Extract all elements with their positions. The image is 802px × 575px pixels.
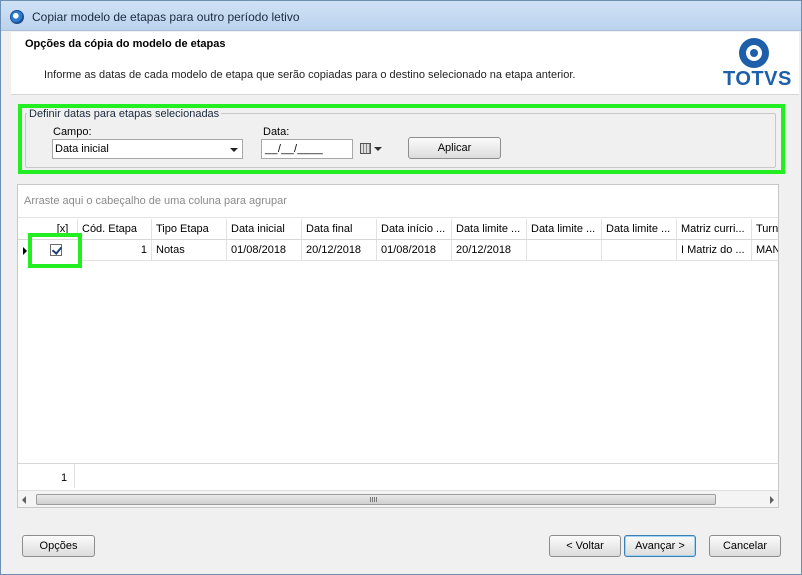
chevron-down-icon — [230, 148, 238, 152]
scroll-right-icon[interactable] — [770, 496, 774, 504]
scroll-left-icon[interactable] — [22, 496, 26, 504]
cancel-button[interactable]: Cancelar — [709, 535, 781, 557]
data-input[interactable]: __/__/____ — [261, 139, 353, 159]
next-button[interactable]: Avançar > — [624, 535, 696, 557]
data-input-value: __/__/____ — [265, 143, 324, 155]
horizontal-scrollbar[interactable] — [18, 490, 778, 507]
calendar-button[interactable] — [355, 139, 387, 159]
totvs-logo: TOTVS — [719, 38, 792, 92]
col-header-turno[interactable]: Turno — [752, 219, 778, 239]
cell-turno[interactable]: MANHÃ — [752, 240, 778, 261]
col-header-data-final[interactable]: Data final — [302, 219, 377, 239]
scroll-thumb[interactable] — [36, 494, 716, 505]
group-by-hint[interactable]: Arraste aqui o cabeçalho de uma coluna p… — [24, 195, 287, 207]
col-header-data-limite-1[interactable]: Data limite ... — [452, 219, 527, 239]
totvs-logo-icon — [739, 38, 769, 68]
group-legend: Definir datas para etapas selecionadas — [27, 108, 222, 120]
col-header-data-limite-2[interactable]: Data limite ... — [527, 219, 602, 239]
cell-data-limite-3[interactable] — [602, 240, 677, 261]
cell-matriz[interactable]: I Matriz do ... — [677, 240, 752, 261]
grip-icon — [370, 497, 377, 502]
col-header-data-limite-3[interactable]: Data limite ... — [602, 219, 677, 239]
cell-cod-etapa[interactable]: 1 — [78, 240, 152, 261]
footer-divider — [18, 463, 778, 464]
logo-text: TOTVS — [723, 68, 792, 90]
cell-data-final[interactable]: 20/12/2018 — [302, 240, 377, 261]
footer-separator — [74, 464, 75, 488]
app-icon — [10, 10, 24, 24]
back-button[interactable]: < Voltar — [549, 535, 621, 557]
cell-data-limite-2[interactable] — [527, 240, 602, 261]
row-checkbox[interactable] — [50, 244, 62, 256]
col-header-check[interactable]: [x] — [48, 219, 78, 239]
grid-divider — [18, 217, 778, 218]
col-header-data-inicial[interactable]: Data inicial — [227, 219, 302, 239]
options-button[interactable]: Opções — [22, 535, 95, 557]
row-count: 1 — [61, 472, 68, 484]
col-header-matriz[interactable]: Matriz curri... — [677, 219, 752, 239]
col-header-tipo-etapa[interactable]: Tipo Etapa — [152, 219, 227, 239]
current-row-icon — [23, 247, 27, 255]
apply-button[interactable]: Aplicar — [408, 137, 501, 159]
stages-grid: Arraste aqui o cabeçalho de uma coluna p… — [17, 184, 779, 508]
chevron-down-icon — [374, 147, 382, 151]
data-label: Data: — [263, 126, 290, 138]
wizard-header: Opções da cópia do modelo de etapas Info… — [11, 32, 799, 95]
col-header-data-inicio[interactable]: Data início ... — [377, 219, 452, 239]
cell-data-inicio[interactable]: 01/08/2018 — [377, 240, 452, 261]
cell-data-limite-1[interactable]: 20/12/2018 — [452, 240, 527, 261]
campo-label: Campo: — [53, 126, 92, 138]
calendar-icon — [360, 143, 371, 154]
col-header-cod-etapa[interactable]: Cód. Etapa — [78, 219, 152, 239]
dialog-window: Copiar modelo de etapas para outro perío… — [0, 0, 802, 575]
header-description: Informe as datas de cada modelo de etapa… — [44, 69, 576, 81]
header-title: Opções da cópia do modelo de etapas — [25, 38, 226, 50]
cell-tipo-etapa[interactable]: Notas — [152, 240, 227, 261]
title-bar[interactable]: Copiar modelo de etapas para outro perío… — [1, 1, 801, 31]
cell-data-inicial[interactable]: 01/08/2018 — [227, 240, 302, 261]
campo-select-value: Data inicial — [55, 143, 109, 155]
window-title: Copiar modelo de etapas para outro perío… — [32, 10, 300, 24]
campo-select[interactable]: Data inicial — [52, 139, 243, 159]
